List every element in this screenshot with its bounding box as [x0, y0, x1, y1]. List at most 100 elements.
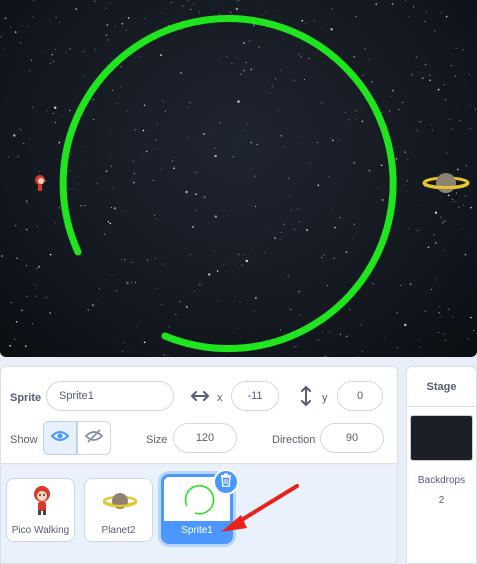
star: [459, 120, 461, 121]
star: [105, 7, 107, 10]
star: [195, 171, 196, 173]
pico-sprite[interactable]: [35, 175, 45, 191]
sprite-name-input[interactable]: Sprite1: [46, 381, 174, 411]
star: [113, 207, 117, 210]
star: [51, 53, 53, 56]
star: [154, 258, 156, 260]
star: [58, 207, 60, 209]
star: [450, 65, 452, 67]
star: [131, 281, 132, 283]
star: [91, 304, 95, 307]
starfield: [0, 0, 476, 357]
star: [464, 195, 466, 197]
star: [87, 309, 90, 311]
star: [253, 24, 255, 27]
hide-sprite-button[interactable]: [77, 421, 111, 455]
star: [349, 308, 351, 310]
sprite-tile-planet2[interactable]: Planet2: [84, 478, 153, 542]
pico-icon: [31, 485, 53, 520]
stage-canvas[interactable]: [0, 0, 477, 357]
star: [84, 205, 86, 206]
star: [246, 124, 248, 125]
star: [52, 113, 54, 114]
star: [333, 257, 336, 260]
star: [261, 15, 263, 17]
star: [355, 118, 357, 120]
star: [46, 110, 48, 112]
star: [103, 233, 105, 235]
direction-input[interactable]: 90: [320, 423, 384, 453]
star: [145, 150, 148, 153]
y-input[interactable]: 0: [337, 381, 383, 411]
green-circle-sprite[interactable]: [59, 15, 397, 353]
star: [355, 16, 357, 18]
star: [443, 333, 445, 335]
star: [464, 253, 467, 256]
star: [110, 206, 112, 208]
star: [232, 156, 234, 158]
star: [59, 21, 61, 23]
star: [357, 356, 359, 357]
star: [4, 17, 7, 20]
star: [368, 59, 370, 60]
star: [45, 50, 47, 52]
star: [356, 110, 358, 112]
star: [219, 13, 221, 15]
star: [362, 74, 364, 76]
x-input[interactable]: -11: [231, 381, 279, 411]
star: [453, 201, 455, 203]
star: [254, 175, 256, 177]
star: [348, 119, 350, 121]
star: [451, 128, 453, 130]
star: [390, 96, 391, 97]
star: [172, 160, 174, 162]
sprite-tile-pico-walking[interactable]: Pico Walking: [6, 478, 75, 542]
star: [452, 316, 454, 318]
star: [470, 316, 472, 319]
star: [416, 129, 418, 131]
stage-thumbnail[interactable]: [410, 415, 473, 461]
star: [469, 128, 471, 130]
star: [445, 15, 448, 18]
star: [473, 329, 475, 331]
vertical-arrows-icon: [300, 386, 312, 411]
star: [228, 11, 230, 12]
stage-panel[interactable]: Stage Backdrops 2: [406, 366, 477, 564]
star: [353, 56, 355, 58]
eye-slash-icon: [84, 428, 104, 448]
star: [32, 16, 34, 18]
star: [17, 156, 19, 158]
star: [434, 30, 436, 32]
show-sprite-button[interactable]: [43, 421, 77, 455]
star: [440, 216, 442, 218]
star: [189, 254, 191, 256]
star: [445, 99, 447, 101]
star: [226, 56, 228, 58]
star: [404, 323, 407, 327]
sprite-tile-label: Planet2: [101, 525, 136, 536]
star: [162, 263, 164, 265]
star: [337, 139, 339, 141]
star: [175, 313, 177, 315]
planet-sprite[interactable]: [422, 173, 470, 193]
star: [443, 220, 446, 222]
star: [407, 228, 409, 229]
star: [274, 237, 276, 239]
y-label: y: [322, 392, 328, 404]
star: [329, 331, 331, 333]
star: [248, 40, 250, 42]
star: [219, 122, 221, 124]
star: [317, 184, 320, 187]
star: [397, 347, 399, 349]
star: [245, 259, 248, 263]
star: [304, 22, 306, 24]
star: [305, 228, 309, 232]
star: [167, 354, 169, 356]
star: [109, 2, 111, 4]
star: [264, 252, 266, 254]
star: [240, 73, 242, 75]
star: [199, 283, 201, 285]
size-input[interactable]: 120: [173, 423, 237, 453]
star: [275, 78, 277, 80]
star: [116, 290, 118, 292]
